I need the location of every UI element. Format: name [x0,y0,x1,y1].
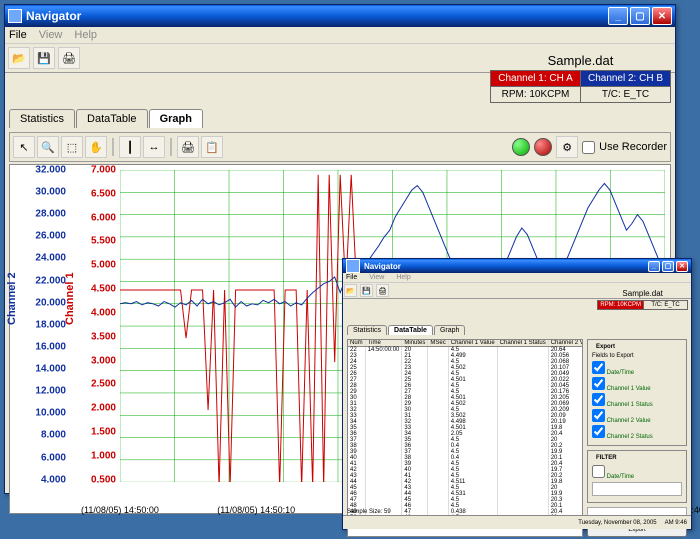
tab-graph[interactable]: Graph [149,109,203,128]
filter-datetime-checkbox[interactable]: Date/Time [592,465,682,480]
export-field-checkbox[interactable]: Channel 2 Status [592,425,682,440]
status-date: Tuesday, November 08, 2005 [578,520,656,526]
ch2-value-cell: T/C: E_TC [581,87,671,103]
print-icon[interactable]: 🖨 [58,47,80,69]
open-icon[interactable]: 📂 [344,284,357,297]
print-icon[interactable]: 🖨 [376,284,389,297]
minimize-button[interactable]: _ [648,261,660,272]
tab-datatable[interactable]: DataTable [76,109,148,128]
menu-help[interactable]: Help [396,274,410,281]
filter-legend: FILTER [594,455,619,461]
filename-label: Sample.dat [490,51,671,70]
open-icon[interactable]: 📂 [8,47,30,69]
pan-icon[interactable]: ✋ [85,136,107,158]
tab-datatable[interactable]: DataTable [388,325,433,335]
zoom-box-icon[interactable]: ⬚ [61,136,83,158]
export-field-checkbox[interactable]: Channel 1 Value [592,377,682,392]
use-recorder-checkbox[interactable]: Use Recorder [582,141,667,154]
menu-file[interactable]: File [9,29,27,41]
ch1-value-cell: RPM: 10KCPM [491,87,581,103]
close-button[interactable]: ✕ [652,7,672,25]
filename-label: Sample.dat [597,287,688,300]
y1-ticks: 0.5001.0001.5002.0002.5003.0003.5004.000… [80,165,116,513]
tab-statistics[interactable]: Statistics [9,109,75,128]
minimize-button[interactable]: _ [608,7,628,25]
menu-view[interactable]: View [369,274,384,281]
window-title: Navigator [364,262,648,271]
menu-help[interactable]: Help [74,29,97,41]
export-field-checkbox[interactable]: Channel 1 Status [592,393,682,408]
ch1-header-cell: Channel 1: CH A [491,71,581,87]
app-icon [346,259,360,273]
copy-chart-icon[interactable]: 📋 [201,136,223,158]
tab-graph[interactable]: Graph [434,325,465,335]
y2-axis-label: Channel 2 [6,272,18,325]
export-field-checkbox[interactable]: Date/Time [592,361,682,376]
graph-toolbar: ↖ 🔍 ⬚ ✋ ┃ ↔ 🖨 📋 ⚙ Use Recorder [9,132,671,162]
export-sub-legend: Fields to Export [592,353,682,359]
maximize-button[interactable]: ▢ [630,7,650,25]
stop-button[interactable] [534,138,552,156]
secondary-window: Navigator _ ▢ ✕ File View Help 📂 💾 🖨 Sam… [342,258,692,530]
status-samples: Sample Size: 59 [347,509,391,515]
window-title: Navigator [26,9,608,23]
menu-view[interactable]: View [39,29,63,41]
status-time: AM 9:46 [665,520,687,526]
ch2-value-cell: T/C: E_TC [644,301,688,310]
statusbar: Tuesday, November 08, 2005 AM 9:46 [343,515,691,529]
ch1-value-cell: RPM: 10KCPM [598,301,644,310]
titlebar[interactable]: Navigator _ ▢ ✕ [5,5,675,27]
file-info-panel-secondary: Sample.dat RPM: 10KCPM T/C: E_TC [597,287,688,310]
menu-file[interactable]: File [346,274,357,281]
app-icon [8,9,22,23]
export-panel: Export Fields to Export Date/Time Channe… [587,339,687,537]
pointer-icon[interactable]: ↖ [13,136,35,158]
print-chart-icon[interactable]: 🖨 [177,136,199,158]
close-button[interactable]: ✕ [676,261,688,272]
file-info-panel: Sample.dat Channel 1: CH A Channel 2: CH… [490,51,671,103]
tab-statistics[interactable]: Statistics [347,325,387,335]
zoom-in-icon[interactable]: 🔍 [37,136,59,158]
ch2-header-cell: Channel 2: CH B [581,71,671,87]
export-legend: Export [594,344,617,350]
data-table[interactable]: NumTimeMinutesMSecChannel 1 ValueChannel… [347,339,583,537]
y2-ticks: 4.0006.0008.00010.00012.00014.00016.0001… [24,165,66,513]
tab-bar: Statistics DataTable Graph [9,109,671,128]
save-icon[interactable]: 💾 [360,284,373,297]
menubar-secondary: File View Help [343,273,691,283]
export-field-checkbox[interactable]: Channel 2 Value [592,409,682,424]
filter-input[interactable] [592,482,682,496]
menubar: File View Help [5,27,675,44]
cursor-icon[interactable]: ┃ [119,136,141,158]
start-button[interactable] [512,138,530,156]
titlebar-secondary[interactable]: Navigator _ ▢ ✕ [343,259,691,273]
maximize-button[interactable]: ▢ [662,261,674,272]
save-icon[interactable]: 💾 [33,47,55,69]
ruler-icon[interactable]: ↔ [143,136,165,158]
use-recorder-input[interactable] [582,141,595,154]
config-icon[interactable]: ⚙ [556,136,578,158]
